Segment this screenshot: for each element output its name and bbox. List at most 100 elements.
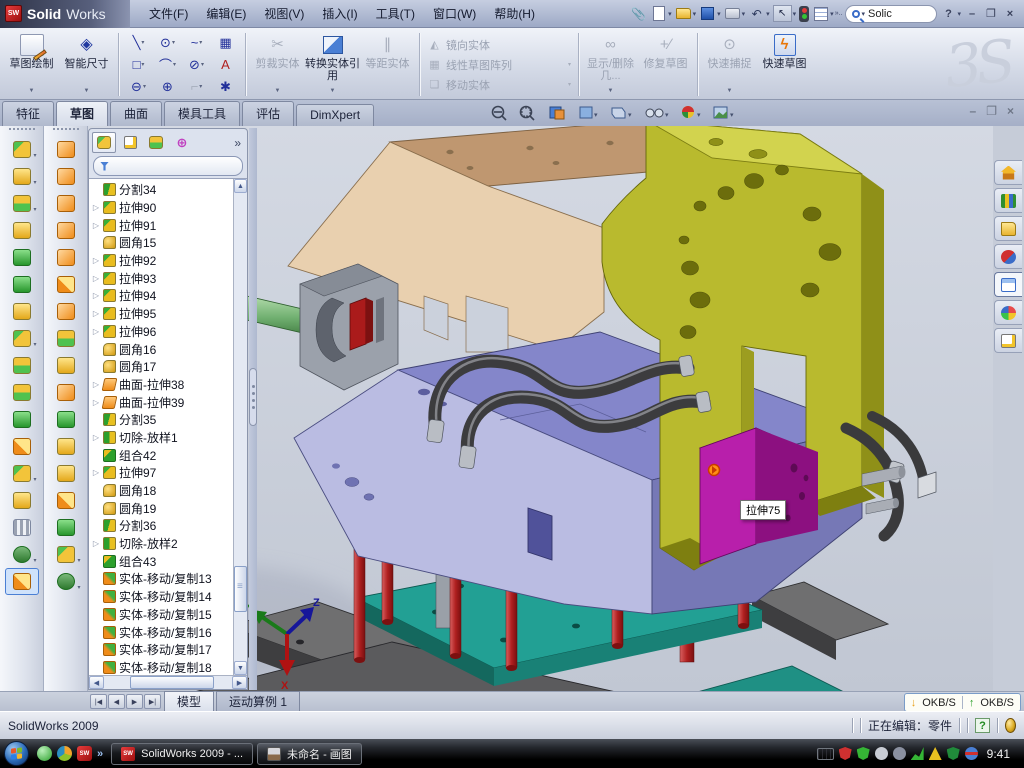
revolved-surface-icon[interactable] bbox=[49, 163, 83, 190]
tree-item[interactable]: 圆角18 bbox=[92, 482, 247, 500]
menu-view[interactable]: 视图(V) bbox=[255, 0, 313, 28]
dropdown-arrow-icon[interactable]: ▾ bbox=[793, 10, 797, 18]
swept-surface-icon[interactable] bbox=[49, 136, 83, 163]
solidworks-launcher-icon[interactable]: SW bbox=[77, 746, 92, 761]
expander-icon[interactable]: ▷ bbox=[92, 203, 100, 212]
doc-close-icon[interactable]: × bbox=[1007, 104, 1014, 118]
toolbox-tab[interactable] bbox=[994, 244, 1022, 269]
filled-surface-icon[interactable] bbox=[49, 271, 83, 298]
print-icon[interactable] bbox=[724, 5, 741, 22]
tree-item[interactable]: ▷拉伸95 bbox=[92, 305, 247, 323]
menu-help[interactable]: 帮助(H) bbox=[485, 0, 544, 28]
part-insert-block-gray[interactable] bbox=[300, 264, 398, 390]
combine-icon[interactable] bbox=[5, 406, 39, 433]
scroll-up-icon[interactable]: ▲ bbox=[234, 179, 247, 193]
tree-item[interactable]: ▷曲面-拉伸38 bbox=[92, 376, 247, 394]
tab-dimxpert[interactable]: DimXpert bbox=[296, 104, 374, 126]
dropdown-arrow-icon[interactable]: ▼ bbox=[29, 85, 35, 97]
display-delete-relations-button[interactable]: ∞ 显示/删除几...▼ bbox=[583, 31, 638, 98]
smart-dimension-button[interactable]: ◈ 智能尺寸▼ bbox=[59, 31, 114, 98]
extruded-cut-icon[interactable]: ▾ bbox=[5, 163, 39, 190]
offset-entities-button[interactable]: ∥ 等距实体 bbox=[360, 31, 415, 98]
lofted-surface-icon[interactable] bbox=[49, 217, 83, 244]
repair-sketch-button[interactable]: +∕ 修复草图 bbox=[638, 31, 693, 98]
move-copy-active-icon[interactable] bbox=[5, 568, 39, 595]
tree-item[interactable]: ▷切除-放样2 bbox=[92, 535, 247, 553]
replace-face-icon[interactable] bbox=[49, 406, 83, 433]
split2-icon[interactable] bbox=[5, 379, 39, 406]
panel-overflow-chevron-icon[interactable]: » bbox=[234, 136, 244, 150]
dropdown-arrow-icon[interactable]: ▾ bbox=[742, 10, 746, 18]
expander-icon[interactable]: ▷ bbox=[92, 274, 100, 283]
update-badge-icon[interactable] bbox=[875, 747, 888, 760]
propertymanager-tab[interactable] bbox=[118, 132, 142, 153]
shell-icon[interactable] bbox=[5, 271, 39, 298]
menu-window[interactable]: 窗口(W) bbox=[424, 0, 485, 28]
dropdown-arrow-icon[interactable]: ▼ bbox=[84, 85, 90, 97]
split-icon[interactable] bbox=[5, 352, 39, 379]
tree-item[interactable]: 实体-移动/复制15 bbox=[92, 606, 247, 624]
tab-surfaces[interactable]: 曲面 bbox=[110, 101, 162, 126]
expander-icon[interactable]: ▷ bbox=[92, 256, 100, 265]
scroll-right-icon[interactable]: ▶ bbox=[232, 676, 247, 689]
boundary-surface-icon[interactable] bbox=[49, 244, 83, 271]
nav-prev-icon[interactable]: ◀ bbox=[108, 694, 125, 709]
fillet-icon[interactable]: ▾ bbox=[5, 190, 39, 217]
menu-tools[interactable]: 工具(T) bbox=[367, 0, 424, 28]
thicken-icon[interactable] bbox=[49, 487, 83, 514]
sketch-button[interactable]: 草图绘制▼ bbox=[4, 31, 59, 98]
options-list-icon[interactable] bbox=[812, 5, 829, 22]
polygon-tool[interactable]: ⊕ bbox=[153, 76, 182, 98]
network-speed-widget[interactable]: ↓ OKB/S ↑ OKB/S bbox=[904, 693, 1021, 712]
nav-first-icon[interactable]: |◀ bbox=[90, 694, 107, 709]
move-entities-button[interactable]: ❏ 移动实体▾ bbox=[424, 75, 574, 95]
ellipse-tool[interactable]: ⊘▾ bbox=[182, 54, 211, 76]
panel-splitter[interactable] bbox=[249, 128, 257, 690]
expander-icon[interactable]: ▷ bbox=[92, 380, 100, 389]
slot-tool[interactable]: ⊖▾ bbox=[124, 76, 153, 98]
hole-wizard-icon[interactable] bbox=[5, 298, 39, 325]
doc-minimize-icon[interactable]: – bbox=[970, 104, 977, 118]
tree-item[interactable]: 实体-移动/复制14 bbox=[92, 588, 247, 606]
quick-launch-chevron-icon[interactable]: » bbox=[97, 748, 103, 760]
linear-pattern-button[interactable]: ▦ 线性草图阵列▾ bbox=[424, 55, 574, 75]
tab-sketch[interactable]: 草图 bbox=[56, 101, 108, 126]
messenger-icon[interactable] bbox=[37, 746, 52, 761]
freeform-icon[interactable]: ▾ bbox=[49, 568, 83, 595]
sketch-fillet-tool[interactable]: ⌐▾ bbox=[182, 76, 211, 98]
tree-item[interactable]: ▷切除-放样1 bbox=[92, 429, 247, 447]
menu-file[interactable]: 文件(F) bbox=[140, 0, 197, 28]
tree-item[interactable]: 分割35 bbox=[92, 411, 247, 429]
undo-icon[interactable]: ↶ bbox=[748, 5, 765, 22]
trim-entities-button[interactable]: ✂ 剪裁实体▼ bbox=[250, 31, 305, 98]
convert-entities-button[interactable]: 转换实体引用▼ bbox=[305, 31, 360, 98]
quick-snaps-button[interactable]: ⊙ 快速捕捉▼ bbox=[702, 31, 757, 98]
knit-surface-icon[interactable] bbox=[49, 460, 83, 487]
taskbar-button-solidworks[interactable]: SW SolidWorks 2009 - ... bbox=[111, 743, 253, 765]
tree-item[interactable]: ▷拉伸96 bbox=[92, 323, 247, 341]
taskbar-clock[interactable]: 9:41 bbox=[983, 747, 1014, 761]
doc-restore-icon[interactable]: ❐ bbox=[986, 104, 997, 118]
expander-icon[interactable]: ▷ bbox=[92, 221, 100, 230]
move-copy-body-icon[interactable] bbox=[5, 433, 39, 460]
point-tool[interactable]: ✱ bbox=[211, 76, 240, 98]
tree-item[interactable]: 组合43 bbox=[92, 552, 247, 570]
app-orb-icon[interactable] bbox=[57, 746, 72, 761]
close-button[interactable]: × bbox=[1002, 6, 1018, 22]
tree-item[interactable]: 圆角17 bbox=[92, 358, 247, 376]
featuremanager-tree-tab[interactable] bbox=[92, 132, 116, 153]
quick-tips-help-icon[interactable]: ? bbox=[975, 718, 990, 733]
rectangle-tool[interactable]: □▾ bbox=[124, 54, 153, 76]
antivirus-shield-icon[interactable] bbox=[857, 747, 870, 760]
tree-item[interactable]: ▷拉伸93 bbox=[92, 269, 247, 287]
scrollbar-thumb[interactable] bbox=[234, 566, 247, 612]
restore-button[interactable]: ❐ bbox=[983, 6, 999, 22]
keyboard-layout-icon[interactable] bbox=[817, 748, 834, 760]
tree-item[interactable]: 圆角15 bbox=[92, 234, 247, 252]
rib-icon[interactable] bbox=[5, 244, 39, 271]
new-doc-icon[interactable] bbox=[650, 5, 667, 22]
minimize-button[interactable]: – bbox=[964, 6, 980, 22]
expander-icon[interactable]: ▷ bbox=[92, 398, 100, 407]
tree-item[interactable]: ▷拉伸92 bbox=[92, 252, 247, 270]
spline-tool[interactable]: ~▾ bbox=[182, 32, 211, 54]
